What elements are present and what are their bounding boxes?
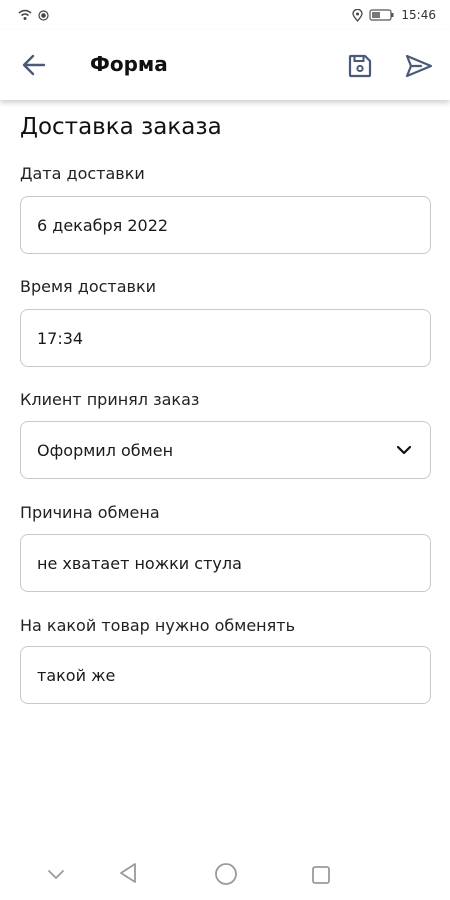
send-button[interactable] xyxy=(404,52,434,80)
send-icon xyxy=(405,54,433,78)
delivery-time-label: Время доставки xyxy=(20,277,157,296)
delivery-time-field[interactable]: 17:34 xyxy=(20,309,431,367)
recents-square-icon xyxy=(312,866,330,884)
exchange-product-field[interactable]: такой же xyxy=(20,646,431,704)
nav-recents-button[interactable] xyxy=(311,865,331,889)
save-icon xyxy=(348,54,372,78)
exchange-reason-value: не хватает ножки стула xyxy=(37,553,242,573)
system-nav-bar xyxy=(0,850,450,900)
exchange-reason-label: Причина обмена xyxy=(20,503,160,522)
chevron-down-icon xyxy=(396,445,412,455)
status-right: 15:46 xyxy=(352,8,436,22)
client-accepted-select[interactable]: Оформил обмен xyxy=(20,421,431,479)
exchange-reason-field[interactable]: не хватает ножки стула xyxy=(20,534,431,592)
exchange-product-label: На какой товар нужно обменять xyxy=(20,616,295,635)
nav-home-button[interactable] xyxy=(214,862,238,890)
delivery-date-value: 6 декабря 2022 xyxy=(37,215,169,235)
exchange-product-value: такой же xyxy=(37,665,116,685)
battery-icon xyxy=(369,9,394,21)
delivery-date-field[interactable]: 6 декабря 2022 xyxy=(20,196,431,254)
nav-back-button[interactable] xyxy=(118,862,138,888)
back-button[interactable] xyxy=(20,52,48,78)
page-title: Форма xyxy=(90,52,168,76)
form-title: Доставка заказа xyxy=(20,114,222,140)
chevron-down-icon xyxy=(48,870,64,879)
status-time: 15:46 xyxy=(401,8,436,22)
client-accepted-label: Клиент принял заказ xyxy=(20,390,200,409)
client-accepted-value: Оформил обмен xyxy=(37,440,174,460)
back-arrow-icon xyxy=(22,54,46,76)
status-bar: 15:46 xyxy=(0,0,450,30)
save-button[interactable] xyxy=(347,53,373,79)
nav-hide-button[interactable] xyxy=(47,866,65,885)
wifi-icon xyxy=(18,9,32,20)
status-left xyxy=(18,9,49,21)
app-bar: Форма xyxy=(0,30,450,100)
delivery-date-label: Дата доставки xyxy=(20,164,145,183)
location-icon xyxy=(352,8,364,22)
delivery-time-value: 17:34 xyxy=(37,328,84,348)
home-circle-icon xyxy=(215,863,237,885)
back-triangle-icon xyxy=(120,863,136,883)
recording-icon xyxy=(38,9,49,21)
